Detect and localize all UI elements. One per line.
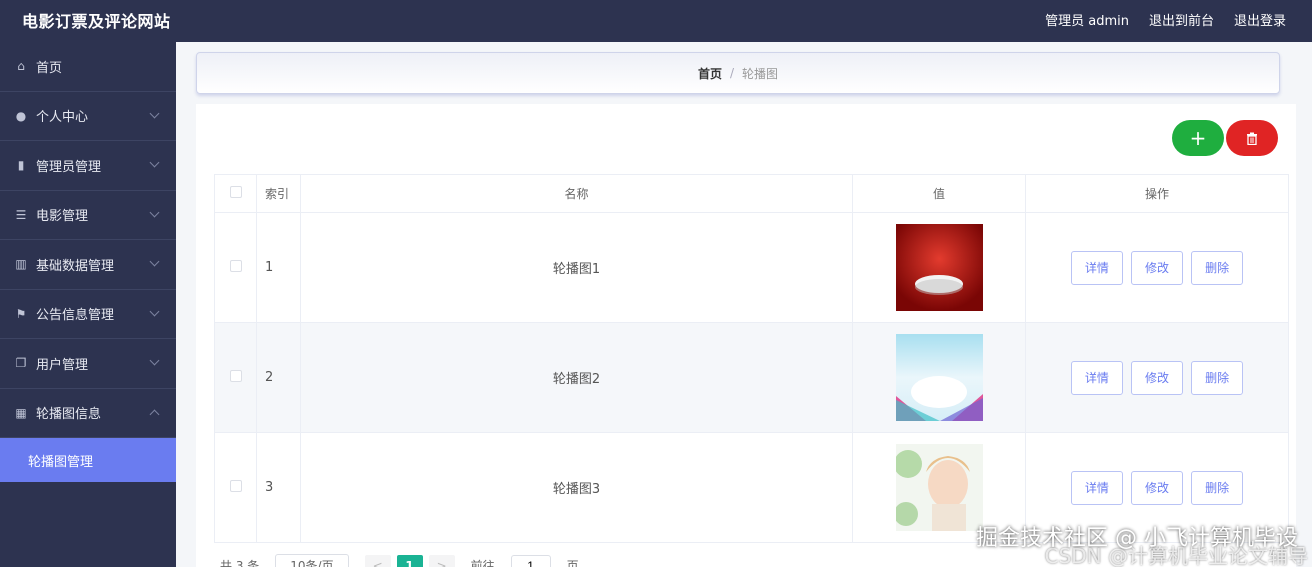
carousel-thumbnail[interactable] xyxy=(895,334,983,421)
chevron-down-icon xyxy=(149,157,160,168)
sidebar: ⌂ 首页 ● 个人中心 ▮ 管理员管理 ☰ 电影管理 ▥ 基础数据管理 ⚑ 公告信息管理 ❐… xyxy=(0,42,176,567)
data-table: 索引 名称 值 操作 1 轮播图1 详情 修改 删除 2 轮播图2 详情 修改 … xyxy=(214,174,1289,543)
carousel-thumbnail[interactable] xyxy=(895,444,983,531)
top-bar: 电影订票及评论网站 管理员 admin 退出到前台 退出登录 xyxy=(0,0,1312,42)
row-ops: 详情 修改 删除 xyxy=(1025,322,1289,433)
next-page-button[interactable]: > xyxy=(428,554,455,567)
carousel-thumbnail[interactable] xyxy=(895,224,983,311)
batch-delete-button[interactable] xyxy=(1226,120,1278,156)
row-checkbox[interactable] xyxy=(229,259,242,272)
pager-buttons: < 1 > xyxy=(364,554,455,567)
table-header-row: 索引 名称 值 操作 xyxy=(214,174,1289,213)
breadcrumb-home[interactable]: 首页 xyxy=(698,65,722,82)
page-number[interactable]: 1 xyxy=(396,554,423,567)
add-button[interactable]: + xyxy=(1172,120,1224,156)
sidebar-item-notices[interactable]: ⚑ 公告信息管理 xyxy=(0,290,176,339)
sidebar-item-home[interactable]: ⌂ 首页 xyxy=(0,42,176,92)
bar-chart-icon: ▥ xyxy=(15,257,27,272)
chart-icon: ▮ xyxy=(17,158,25,173)
chevron-down-icon xyxy=(149,108,160,118)
grid-icon: ▦ xyxy=(15,405,27,420)
home-icon: ⌂ xyxy=(17,59,25,74)
row-checkbox[interactable] xyxy=(229,369,242,382)
row-index: 1 xyxy=(256,212,301,323)
sidebar-item-movies[interactable]: ☰ 电影管理 xyxy=(0,191,176,240)
delete-button[interactable]: 删除 xyxy=(1191,360,1244,395)
detail-button[interactable]: 详情 xyxy=(1070,360,1123,395)
pagination: 共 3 条 10条/页 < 1 > 前往 页 xyxy=(220,554,579,567)
row-name: 轮播图2 xyxy=(300,322,853,433)
page-size-select[interactable]: 10条/页 xyxy=(275,554,349,567)
chevron-down-icon xyxy=(149,207,160,217)
chevron-up-icon xyxy=(149,409,160,419)
page-unit: 页 xyxy=(566,559,579,567)
list-icon: ☰ xyxy=(15,207,27,222)
sidebar-item-label: 个人中心 xyxy=(36,110,89,126)
front-link[interactable]: 退出到前台 xyxy=(1149,10,1214,29)
breadcrumb-separator: / xyxy=(729,66,735,80)
row-index: 3 xyxy=(256,432,301,543)
row-name: 轮播图3 xyxy=(300,432,853,543)
sidebar-item-label: 管理员管理 xyxy=(36,159,102,175)
table-row: 1 轮播图1 详情 修改 删除 xyxy=(214,212,1289,323)
select-all-cell xyxy=(214,174,257,213)
row-value xyxy=(852,212,1026,323)
row-index: 2 xyxy=(256,322,301,433)
row-ops: 详情 修改 删除 xyxy=(1025,212,1289,323)
edit-button[interactable]: 修改 xyxy=(1131,360,1183,395)
edit-button[interactable]: 修改 xyxy=(1131,250,1183,285)
sidebar-item-label: 轮播图信息 xyxy=(36,407,102,423)
sidebar-subitem-carousel-manage[interactable]: 轮播图管理 xyxy=(0,438,176,482)
header-ops: 操作 xyxy=(1025,174,1289,213)
sidebar-item-label: 电影管理 xyxy=(36,209,89,225)
delete-button[interactable]: 删除 xyxy=(1191,250,1244,285)
header-index: 索引 xyxy=(256,174,301,213)
detail-button[interactable]: 详情 xyxy=(1070,250,1123,285)
sidebar-item-label: 基础数据管理 xyxy=(36,258,115,274)
logout-link[interactable]: 退出登录 xyxy=(1234,10,1286,29)
sidebar-item-users[interactable]: ❐ 用户管理 xyxy=(0,339,176,389)
top-nav: 管理员 admin 退出到前台 退出登录 xyxy=(1045,10,1286,29)
pager-total: 共 3 条 xyxy=(220,559,260,567)
copy-icon: ❐ xyxy=(15,356,27,371)
header-name: 名称 xyxy=(300,174,853,213)
sidebar-item-label: 公告信息管理 xyxy=(36,308,115,324)
sidebar-item-label: 用户管理 xyxy=(36,357,89,373)
sidebar-item-admins[interactable]: ▮ 管理员管理 xyxy=(0,141,176,191)
row-name: 轮播图1 xyxy=(300,212,853,323)
main-content: 首页 / 轮播图 + 索引 名称 值 操作 1 轮播图1 详情 修改 删除 2 … xyxy=(176,42,1312,567)
admin-label: 管理员 admin xyxy=(1045,14,1129,29)
sidebar-item-carousel[interactable]: ▦ 轮播图信息 xyxy=(0,389,176,438)
edit-button[interactable]: 修改 xyxy=(1131,470,1183,505)
sidebar-item-profile[interactable]: ● 个人中心 xyxy=(0,92,176,141)
chevron-down-icon xyxy=(149,256,160,267)
prev-page-button[interactable]: < xyxy=(364,554,391,567)
sidebar-item-basedata[interactable]: ▥ 基础数据管理 xyxy=(0,240,176,290)
table-row: 2 轮播图2 详情 修改 删除 xyxy=(214,322,1289,433)
chevron-down-icon xyxy=(149,306,160,316)
sidebar-item-label: 首页 xyxy=(36,60,63,76)
breadcrumb-current: 轮播图 xyxy=(742,66,779,81)
goto-page-input[interactable] xyxy=(510,554,551,567)
trash-icon xyxy=(1247,132,1257,145)
row-select-cell xyxy=(214,432,257,543)
flag-icon: ⚑ xyxy=(15,306,27,321)
row-select-cell xyxy=(214,322,257,433)
user-icon: ● xyxy=(15,108,27,123)
row-checkbox[interactable] xyxy=(229,479,242,492)
watermark-juejin: 掘金技术社区 @ 小飞计算机毕设 xyxy=(976,526,1298,551)
site-title: 电影订票及评论网站 xyxy=(22,12,171,31)
goto-label: 前往 xyxy=(470,559,495,567)
header-value: 值 xyxy=(852,174,1026,213)
breadcrumb: 首页 / 轮播图 xyxy=(196,52,1280,94)
row-value xyxy=(852,322,1026,433)
content-panel: + 索引 名称 值 操作 1 轮播图1 详情 修改 删除 2 轮播图2 详情 修… xyxy=(196,104,1296,567)
select-all-checkbox[interactable] xyxy=(229,186,242,198)
delete-button[interactable]: 删除 xyxy=(1191,470,1244,505)
row-select-cell xyxy=(214,212,257,323)
detail-button[interactable]: 详情 xyxy=(1070,470,1123,505)
chevron-down-icon xyxy=(149,355,160,366)
